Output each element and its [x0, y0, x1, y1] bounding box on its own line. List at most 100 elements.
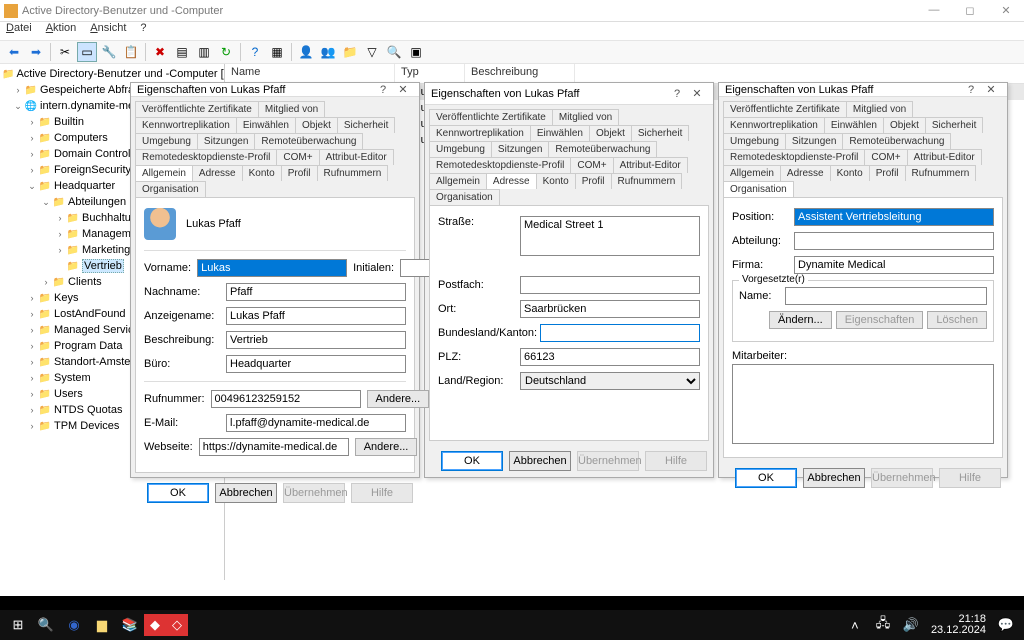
tab-attribut[interactable]: Attribut-Editor — [319, 149, 394, 165]
postfach-field[interactable] — [520, 276, 700, 294]
tab-umgebung[interactable]: Umgebung — [429, 141, 492, 157]
tab-remotedesktop[interactable]: Remotedesktopdienste-Profil — [135, 149, 277, 165]
vorname-field[interactable] — [197, 259, 347, 277]
menu-help[interactable]: ? — [140, 22, 146, 40]
container-icon[interactable]: ▭ — [77, 42, 97, 62]
tree-keys[interactable]: Keys — [54, 292, 78, 304]
help-button[interactable]: Hilfe — [351, 483, 413, 503]
tab-kennwort[interactable]: Kennwortreplikation — [135, 117, 237, 133]
tab-sitzungen[interactable]: Sitzungen — [785, 133, 843, 149]
tab-allgemein[interactable]: Allgemein — [135, 165, 193, 181]
tab-sicherheit[interactable]: Sicherheit — [337, 117, 395, 133]
search-icon[interactable]: 🔍 — [32, 611, 60, 639]
delete-icon[interactable]: ✖ — [150, 42, 170, 62]
tab-profil[interactable]: Profil — [575, 173, 612, 189]
tab-remotedesktop[interactable]: Remotedesktopdienste-Profil — [429, 157, 571, 173]
anzeigename-field[interactable] — [226, 307, 406, 325]
tab-profil[interactable]: Profil — [281, 165, 318, 181]
app-icon-2[interactable]: ◆ — [144, 614, 166, 636]
help-icon[interactable]: ? — [961, 84, 981, 96]
start-button[interactable]: ⊞ — [4, 611, 32, 639]
tab-adresse[interactable]: Adresse — [780, 165, 831, 181]
tab-profil[interactable]: Profil — [869, 165, 906, 181]
tree-root[interactable]: Active Directory-Benutzer und -Computer … — [16, 68, 225, 80]
ok-button[interactable]: OK — [147, 483, 209, 503]
tree-ntds[interactable]: NTDS Quotas — [54, 404, 122, 416]
tab-sicherheit[interactable]: Sicherheit — [925, 117, 983, 133]
tab-objekt[interactable]: Objekt — [589, 125, 632, 141]
tab-rufnummern[interactable]: Rufnummern — [317, 165, 389, 181]
notifications-icon[interactable]: 💬 — [992, 611, 1020, 639]
tool-icon[interactable]: 🔧 — [99, 42, 119, 62]
help-icon[interactable]: ? — [245, 42, 265, 62]
action-icon[interactable]: ▦ — [267, 42, 287, 62]
tab-com[interactable]: COM+ — [276, 149, 319, 165]
eigenschaften-button[interactable]: Eigenschaften — [836, 311, 924, 329]
tab-konto[interactable]: Konto — [242, 165, 282, 181]
export-icon[interactable]: ▥ — [194, 42, 214, 62]
tab-allgemein[interactable]: Allgemein — [723, 165, 781, 181]
forward-icon[interactable]: ➡ — [26, 42, 46, 62]
tab-kennwort[interactable]: Kennwortreplikation — [723, 117, 825, 133]
tree-program-data[interactable]: Program Data — [54, 340, 122, 352]
filter-icon[interactable]: ▽ — [362, 42, 382, 62]
tray-network-icon[interactable]: 🖧 — [869, 611, 897, 639]
cancel-button[interactable]: Abbrechen — [509, 451, 571, 471]
tab-mitglied[interactable]: Mitglied von — [258, 101, 325, 117]
tree-marketing[interactable]: Marketing — [82, 244, 130, 256]
cancel-button[interactable]: Abbrechen — [803, 468, 865, 488]
ok-button[interactable]: OK — [735, 468, 797, 488]
find-icon[interactable]: 🔍 — [384, 42, 404, 62]
tree-users[interactable]: Users — [54, 388, 83, 400]
tray-sound-icon[interactable]: 🔊 — [897, 611, 925, 639]
col-beschr[interactable]: Beschreibung — [465, 64, 575, 83]
mitarbeiter-list[interactable] — [732, 364, 994, 444]
tree-builtin[interactable]: Builtin — [54, 116, 84, 128]
abteilung-field[interactable] — [794, 232, 994, 250]
tab-organisation[interactable]: Organisation — [723, 181, 794, 197]
cut-icon[interactable]: ✂ — [55, 42, 75, 62]
loeschen-button[interactable]: Löschen — [927, 311, 987, 329]
tab-umgebung[interactable]: Umgebung — [135, 133, 198, 149]
tab-konto[interactable]: Konto — [830, 165, 870, 181]
tab-remotedesktop[interactable]: Remotedesktopdienste-Profil — [723, 149, 865, 165]
tab-umgebung[interactable]: Umgebung — [723, 133, 786, 149]
apply-button[interactable]: Übernehmen — [871, 468, 933, 488]
tab-zertifikate[interactable]: Veröffentlichte Zertifikate — [723, 101, 847, 117]
tab-rufnummern[interactable]: Rufnummern — [905, 165, 977, 181]
app-icon-1[interactable]: 📚 — [116, 611, 144, 639]
new-group-icon[interactable]: 👥 — [318, 42, 338, 62]
rufnummer-field[interactable] — [211, 390, 361, 408]
aendern-button[interactable]: Ändern... — [769, 311, 832, 329]
help-icon[interactable]: ? — [373, 84, 393, 96]
tree-abteilungen[interactable]: Abteilungen — [68, 196, 126, 208]
tab-kennwort[interactable]: Kennwortreplikation — [429, 125, 531, 141]
tab-mitglied[interactable]: Mitglied von — [552, 109, 619, 125]
tree-tpm[interactable]: TPM Devices — [54, 420, 119, 432]
buero-field[interactable] — [226, 355, 406, 373]
tab-sitzungen[interactable]: Sitzungen — [197, 133, 255, 149]
tab-sitzungen[interactable]: Sitzungen — [491, 141, 549, 157]
help-button[interactable]: Hilfe — [645, 451, 707, 471]
email-field[interactable] — [226, 414, 406, 432]
bundesland-field[interactable] — [540, 324, 700, 342]
tab-objekt[interactable]: Objekt — [883, 117, 926, 133]
tab-adresse[interactable]: Adresse — [192, 165, 243, 181]
tab-remoteueberw[interactable]: Remoteüberwachung — [842, 133, 951, 149]
tab-zertifikate[interactable]: Veröffentlichte Zertifikate — [429, 109, 553, 125]
ort-field[interactable] — [520, 300, 700, 318]
tab-einwaehlen[interactable]: Einwählen — [236, 117, 296, 133]
help-button[interactable]: Hilfe — [939, 468, 1001, 488]
properties-icon[interactable]: ▤ — [172, 42, 192, 62]
new-ou-icon[interactable]: 📁 — [340, 42, 360, 62]
tree-headquarter[interactable]: Headquarter — [54, 180, 115, 192]
position-field[interactable] — [794, 208, 994, 226]
col-name[interactable]: Name — [225, 64, 395, 83]
webseite-field[interactable] — [199, 438, 349, 456]
tab-mitglied[interactable]: Mitglied von — [846, 101, 913, 117]
app-icon-3[interactable]: ◇ — [166, 614, 188, 636]
tab-organisation[interactable]: Organisation — [135, 181, 206, 197]
apply-button[interactable]: Übernehmen — [577, 451, 639, 471]
tree-computers[interactable]: Computers — [54, 132, 108, 144]
explorer-icon[interactable]: ▆ — [88, 611, 116, 639]
